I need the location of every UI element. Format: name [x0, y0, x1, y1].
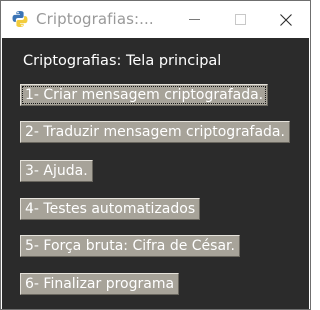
minimize-button[interactable] — [171, 1, 217, 38]
help-button[interactable]: 3- Ajuda. — [20, 160, 93, 182]
maximize-icon — [234, 14, 246, 25]
main-panel: Criptografias: Tela principal 1- Criar m… — [2, 38, 309, 309]
window-title: Criptografias:... — [36, 10, 154, 28]
minimize-icon — [188, 19, 200, 20]
title-bar[interactable]: Criptografias:... — [1, 1, 310, 38]
create-encrypted-message-button[interactable]: 1- Criar mensagem criptografada. — [20, 84, 269, 106]
exit-program-button[interactable]: 6- Finalizar programa — [20, 273, 180, 295]
maximize-button[interactable] — [217, 1, 263, 38]
brute-force-caesar-button[interactable]: 5- Força bruta: Cifra de César. — [20, 235, 240, 257]
automated-tests-button[interactable]: 4- Testes automatizados — [20, 198, 201, 220]
translate-encrypted-message-button[interactable]: 2- Traduzir mensagem criptografada. — [20, 121, 290, 143]
app-window: Criptografias:... Criptografias: Tela pr… — [0, 0, 311, 310]
page-title: Criptografias: Tela principal — [23, 53, 222, 69]
python-icon — [12, 11, 28, 27]
close-icon — [280, 13, 292, 26]
close-button[interactable] — [263, 1, 309, 38]
